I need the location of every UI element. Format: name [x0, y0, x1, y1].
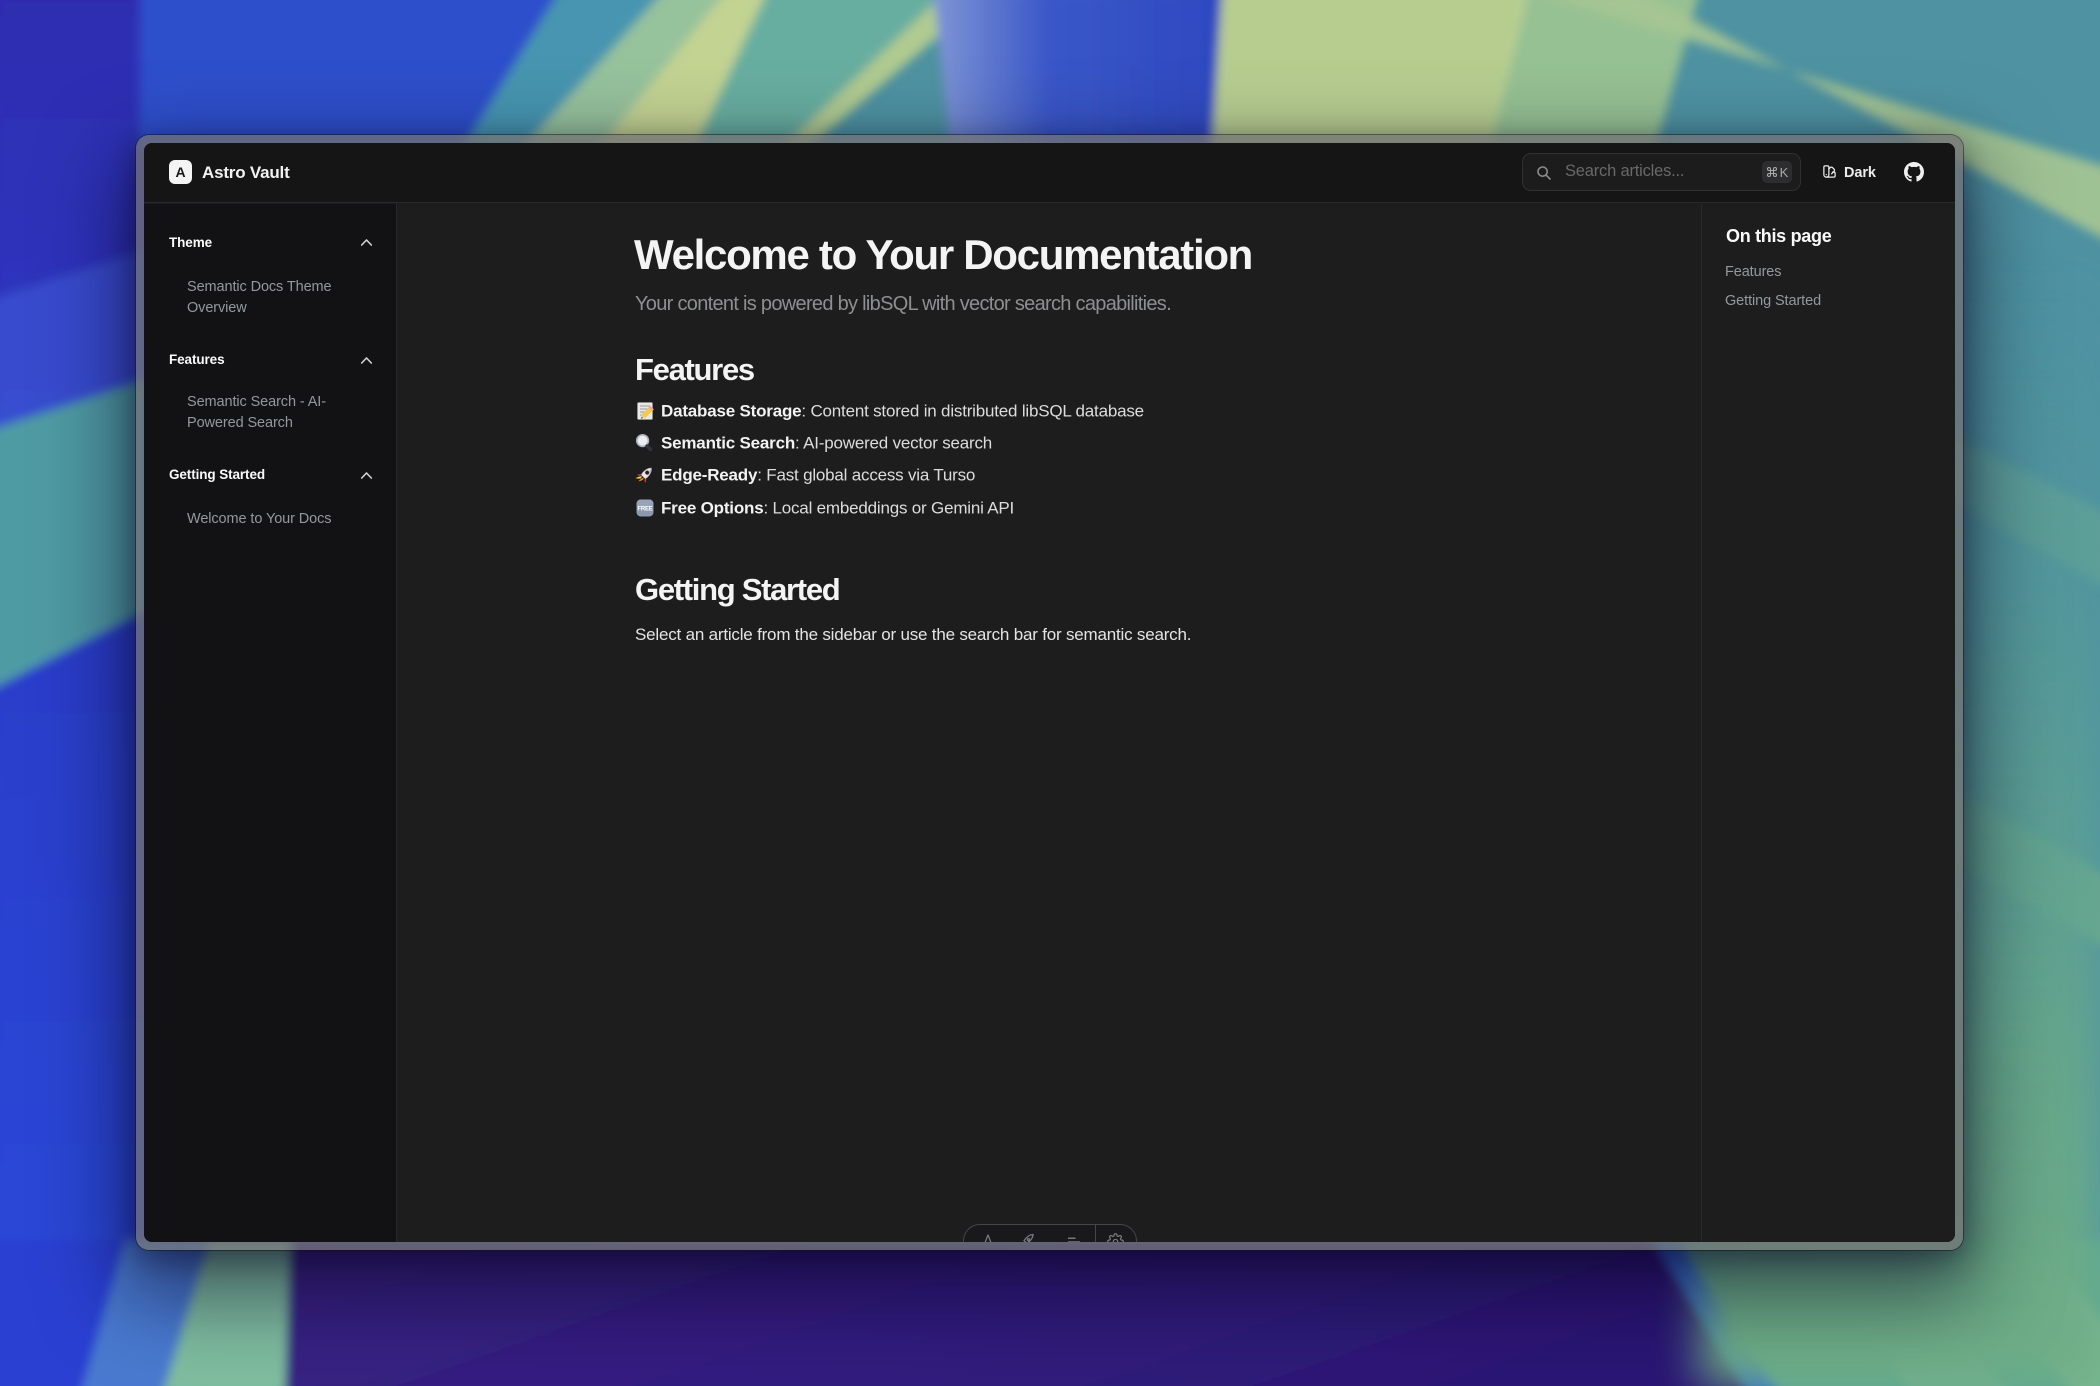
svg-text:FREE: FREE [637, 506, 652, 512]
